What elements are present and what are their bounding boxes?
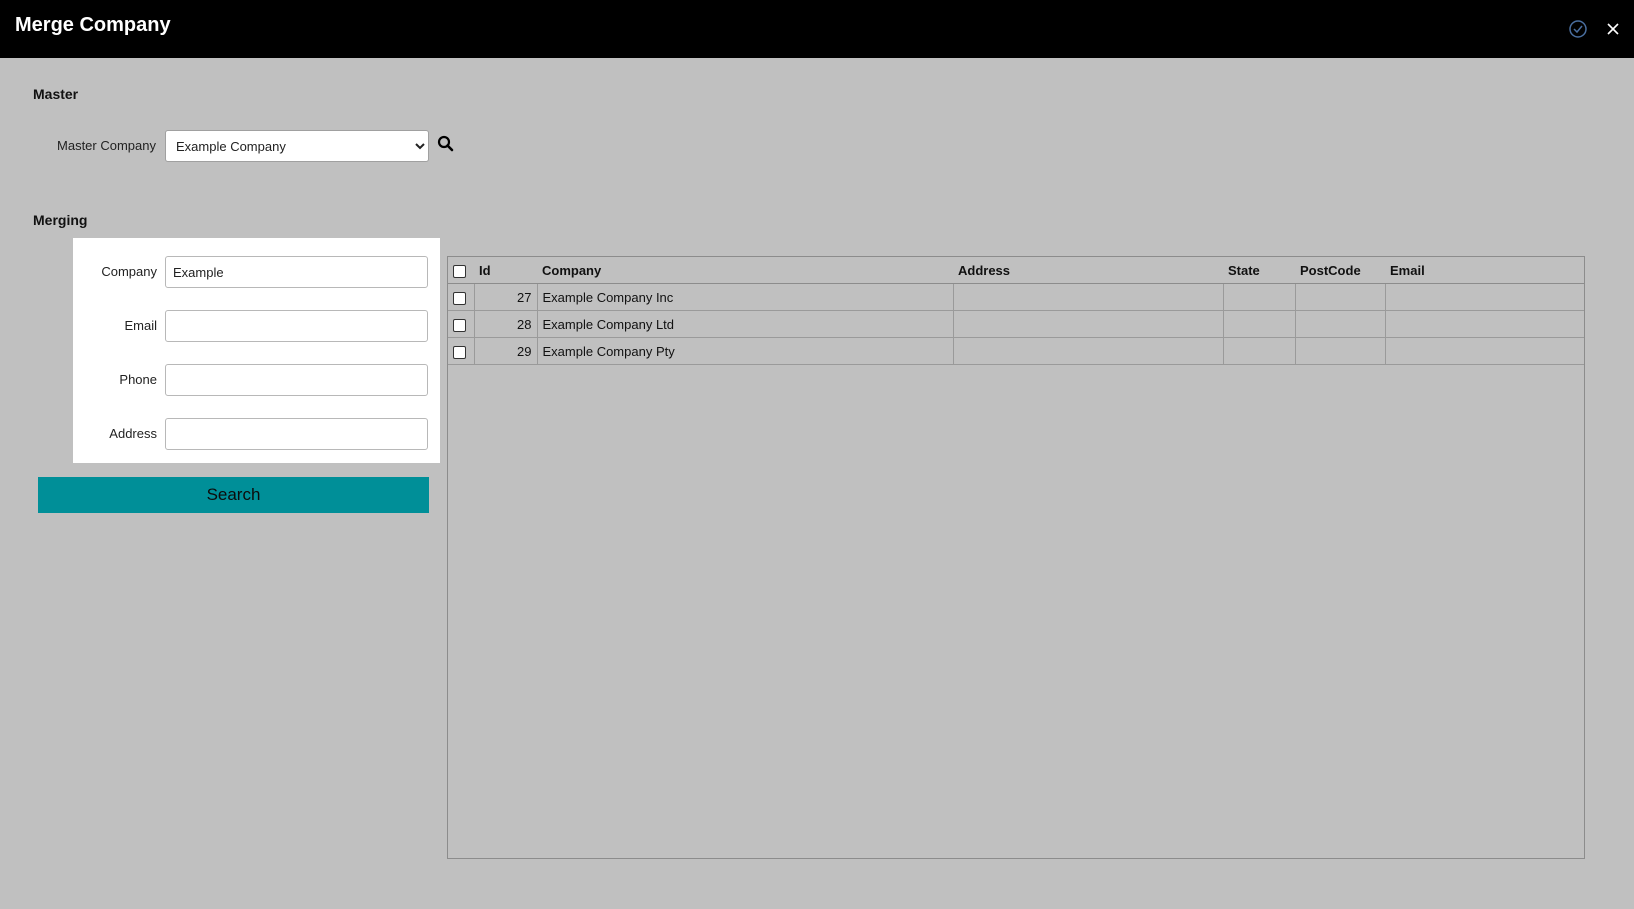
column-header-address[interactable]: Address [953,257,1223,284]
row-state [1223,337,1296,365]
close-icon[interactable] [1603,19,1623,39]
row-checkbox[interactable] [453,318,466,332]
column-header-company[interactable]: Company [537,257,953,284]
table-header-row: Id Company Address State PostCode Email [448,257,1584,284]
window-titlebar: Merge Company [0,0,1634,58]
table-row[interactable]: 29 Example Company Pty [448,337,1584,365]
search-button[interactable]: Search [38,477,429,513]
row-company: Example Company Pty [537,337,954,365]
address-filter-input[interactable] [165,418,428,450]
email-filter-input[interactable] [165,310,428,342]
row-select-cell [448,310,475,338]
column-header-id[interactable]: Id [474,257,537,284]
row-state [1223,283,1296,311]
row-address [953,310,1224,338]
row-company: Example Company Ltd [537,310,954,338]
column-header-email[interactable]: Email [1385,257,1584,284]
company-filter-label: Company [101,264,157,279]
row-id: 29 [474,337,538,365]
row-id: 28 [474,310,538,338]
row-select-cell [448,283,475,311]
results-table: Id Company Address State PostCode Email … [448,257,1584,365]
master-heading: Master [33,86,79,102]
column-header-postcode[interactable]: PostCode [1295,257,1385,284]
select-all-cell [448,257,474,284]
master-company-select[interactable]: Example Company [165,130,429,162]
phone-filter-input[interactable] [165,364,428,396]
phone-filter-label: Phone [119,372,157,387]
column-header-state[interactable]: State [1223,257,1295,284]
row-id: 27 [474,283,538,311]
row-postcode [1295,337,1386,365]
row-email [1385,283,1584,311]
row-checkbox[interactable] [453,291,466,305]
merge-filter-panel: Company Email Phone Address [73,238,440,463]
row-company: Example Company Inc [537,283,954,311]
address-filter-label: Address [109,426,157,441]
master-company-select-wrap: Example Company [165,130,429,162]
table-row[interactable]: 27 Example Company Inc [448,283,1584,311]
email-filter-label: Email [124,318,157,333]
company-filter-input[interactable] [165,256,428,288]
table-row[interactable]: 28 Example Company Ltd [448,310,1584,338]
row-state [1223,310,1296,338]
row-postcode [1295,283,1386,311]
search-icon[interactable] [437,135,455,153]
row-address [953,337,1224,365]
row-select-cell [448,337,475,365]
row-postcode [1295,310,1386,338]
window-title: Merge Company [15,14,171,36]
master-company-label: Master Company [57,138,156,153]
merging-heading: Merging [33,212,88,228]
row-email [1385,310,1584,338]
results-grid: Id Company Address State PostCode Email … [447,256,1585,859]
row-email [1385,337,1584,365]
row-checkbox[interactable] [453,345,466,359]
select-all-checkbox[interactable] [453,264,466,278]
row-address [953,283,1224,311]
confirm-check-icon[interactable] [1568,19,1588,39]
